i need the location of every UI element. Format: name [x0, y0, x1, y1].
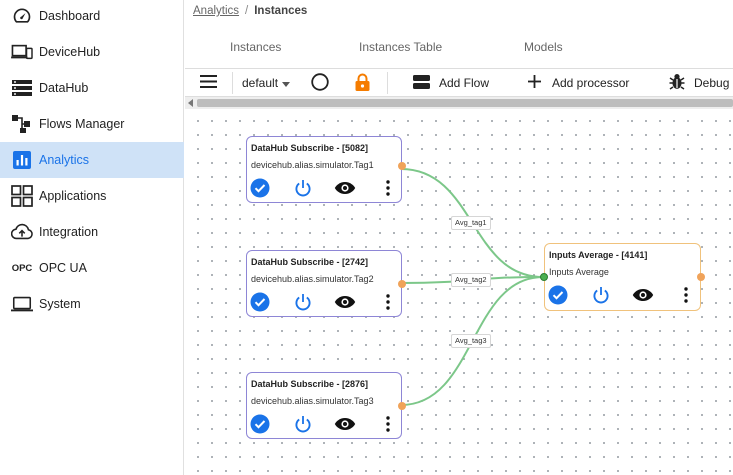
- node-subtitle: devicehub.alias.simulator.Tag2: [251, 274, 374, 284]
- power-icon[interactable]: [590, 284, 612, 306]
- menu-button[interactable]: [200, 69, 217, 97]
- sidebar-item-label: Integration: [39, 225, 99, 239]
- node-subtitle: devicehub.alias.simulator.Tag1: [251, 160, 374, 170]
- lock-button[interactable]: [355, 69, 370, 97]
- lock-icon: [355, 73, 370, 94]
- tab-instances[interactable]: Instances: [230, 40, 281, 54]
- breadcrumb-separator: /: [245, 5, 249, 17]
- eye-icon[interactable]: [334, 413, 356, 435]
- breadcrumb: Analytics / Instances: [193, 5, 307, 17]
- more-vert-icon[interactable]: [675, 284, 697, 306]
- power-icon[interactable]: [292, 177, 314, 199]
- sidebar-item-label: Dashboard: [39, 9, 101, 23]
- sidebar-item-system[interactable]: System: [0, 286, 184, 322]
- node-title: DataHub Subscribe - [2742]: [251, 257, 369, 267]
- scrollbar-thumb[interactable]: [197, 99, 733, 107]
- tab-instances-table[interactable]: Instances Table: [359, 40, 442, 54]
- node-subtitle: devicehub.alias.simulator.Tag3: [251, 396, 374, 406]
- scroll-left-arrow-icon[interactable]: [188, 99, 193, 107]
- power-icon[interactable]: [292, 291, 314, 313]
- cloud-upload-icon: [11, 221, 33, 243]
- output-port[interactable]: [398, 280, 406, 288]
- power-icon[interactable]: [292, 413, 314, 435]
- sidebar-item-label: System: [39, 297, 81, 311]
- enabled-check-icon[interactable]: [249, 177, 271, 199]
- debug-label: Debug: [694, 76, 730, 90]
- flow-canvas[interactable]: Avg_tag1 Avg_tag2 Avg_tag3 DataHub Subsc…: [185, 110, 733, 475]
- menu-icon: [200, 75, 217, 91]
- eye-icon[interactable]: [334, 291, 356, 313]
- toolbar: default Add Flow Add processor Debug: [185, 68, 733, 97]
- node-title: DataHub Subscribe - [2876]: [251, 379, 369, 389]
- status-circle-button[interactable]: [311, 69, 329, 97]
- main-area: Analytics / Instances Instances Instance…: [185, 0, 733, 475]
- analytics-icon: [11, 149, 33, 171]
- sidebar-item-label: OPC UA: [39, 261, 87, 275]
- horizontal-scrollbar[interactable]: [185, 97, 733, 109]
- plus-icon: [528, 75, 541, 91]
- add-processor-button[interactable]: Add processor: [528, 69, 629, 97]
- sidebar: Dashboard DeviceHub DataHub Flows Manage…: [0, 0, 184, 475]
- more-vert-icon[interactable]: [377, 413, 399, 435]
- node-title: Inputs Average - [4141]: [549, 250, 648, 260]
- wire-label-avg-tag2: Avg_tag2: [451, 273, 491, 287]
- eye-icon[interactable]: [334, 177, 356, 199]
- tab-models[interactable]: Models: [524, 40, 563, 54]
- enabled-check-icon[interactable]: [249, 413, 271, 435]
- sidebar-item-label: Flows Manager: [39, 117, 125, 131]
- input-port[interactable]: [540, 273, 548, 281]
- debug-button[interactable]: Debug: [669, 69, 729, 97]
- caret-down-icon: [282, 76, 291, 90]
- sidebar-item-flows-manager[interactable]: Flows Manager: [0, 106, 184, 142]
- eye-icon[interactable]: [632, 284, 654, 306]
- node-inputs-average-4141[interactable]: Inputs Average - [4141] Inputs Average: [540, 243, 705, 311]
- sidebar-item-label: Analytics: [39, 153, 90, 167]
- sidebar-item-dashboard[interactable]: Dashboard: [0, 0, 184, 34]
- breadcrumb-link-analytics[interactable]: Analytics: [193, 5, 239, 17]
- flow-select-value: default: [242, 76, 279, 90]
- devices-icon: [11, 41, 33, 63]
- sidebar-item-analytics[interactable]: Analytics: [0, 142, 184, 178]
- node-title: DataHub Subscribe - [5082]: [251, 143, 369, 153]
- enabled-check-icon[interactable]: [547, 284, 569, 306]
- flow-icon: [11, 113, 33, 135]
- sidebar-item-opc-ua[interactable]: OPC OPC UA: [0, 250, 184, 286]
- sidebar-item-datahub[interactable]: DataHub: [0, 70, 184, 106]
- output-port[interactable]: [697, 273, 705, 281]
- node-datahub-subscribe-2876[interactable]: DataHub Subscribe - [2876] devicehub.ali…: [246, 372, 406, 439]
- sidebar-item-integration[interactable]: Integration: [0, 214, 184, 250]
- laptop-icon: [11, 293, 33, 315]
- wire-label-avg-tag1: Avg_tag1: [451, 216, 491, 230]
- enabled-check-icon[interactable]: [249, 291, 271, 313]
- flow-select[interactable]: default: [242, 69, 291, 97]
- opc-icon: OPC: [11, 262, 33, 274]
- output-port[interactable]: [398, 162, 406, 170]
- sidebar-item-applications[interactable]: Applications: [0, 178, 184, 214]
- output-port[interactable]: [398, 402, 406, 410]
- sidebar-item-devicehub[interactable]: DeviceHub: [0, 34, 184, 70]
- node-datahub-subscribe-2742[interactable]: DataHub Subscribe - [2742] devicehub.ali…: [246, 250, 406, 317]
- sidebar-item-label: DeviceHub: [39, 45, 101, 59]
- circle-outline-icon: [311, 72, 329, 94]
- node-datahub-subscribe-5082[interactable]: DataHub Subscribe - [5082] devicehub.ali…: [246, 136, 406, 203]
- bug-icon: [669, 73, 685, 93]
- sidebar-item-label: Applications: [39, 189, 107, 203]
- toolbar-divider: [387, 72, 388, 94]
- wire-label-avg-tag3: Avg_tag3: [451, 334, 491, 348]
- toolbar-divider: [232, 72, 233, 94]
- storage-icon: [11, 77, 33, 99]
- more-vert-icon[interactable]: [377, 177, 399, 199]
- node-subtitle: Inputs Average: [549, 267, 609, 277]
- add-flow-label: Add Flow: [439, 76, 490, 90]
- add-processor-label: Add processor: [552, 76, 630, 90]
- breadcrumb-current: Instances: [254, 5, 308, 17]
- tab-bar: Instances Instances Table Models: [185, 28, 733, 68]
- more-vert-icon[interactable]: [377, 291, 399, 313]
- apps-icon: [11, 185, 33, 207]
- sidebar-item-label: DataHub: [39, 81, 89, 95]
- dashboard-icon: [11, 5, 33, 27]
- add-flow-button[interactable]: Add Flow: [413, 69, 489, 97]
- flow-block-icon: [413, 74, 430, 92]
